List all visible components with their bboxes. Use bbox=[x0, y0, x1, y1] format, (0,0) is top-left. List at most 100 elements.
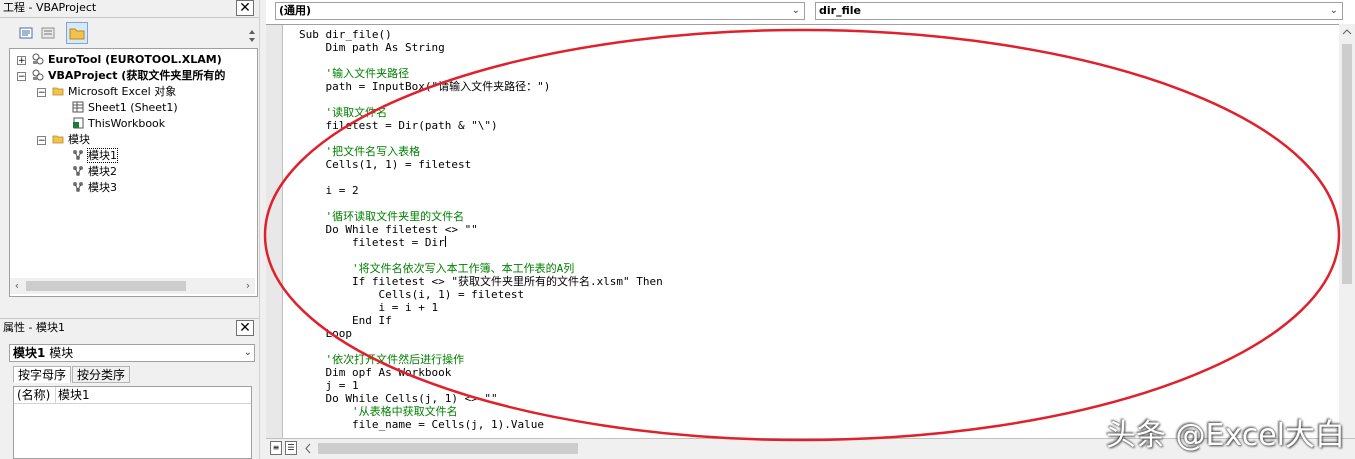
code-comment-line[interactable]: '从表格中获取文件名 bbox=[299, 405, 458, 418]
procedure-combo-value: dir_file bbox=[819, 4, 861, 17]
code-line[interactable]: j = 1 bbox=[299, 379, 358, 392]
tree-item-label: EuroTool (EUROTOOL.XLAM) bbox=[48, 53, 222, 66]
code-line[interactable]: Loop bbox=[299, 327, 352, 340]
tree-expander[interactable]: − bbox=[37, 136, 46, 146]
workbook-icon bbox=[73, 117, 84, 129]
view-object-button[interactable] bbox=[39, 24, 57, 42]
module-icon bbox=[73, 182, 83, 192]
toggle-folders-button[interactable] bbox=[66, 22, 88, 44]
tree-item-module1[interactable]: 模块1 bbox=[72, 148, 118, 163]
object-combo-value: (通用) bbox=[279, 4, 312, 17]
code-comment-line[interactable]: '循环读取文件夹里的文件名 bbox=[299, 210, 464, 223]
code-line[interactable]: End If bbox=[299, 314, 392, 327]
code-comment-line[interactable]: '将文件名依次写入本工作簿、本工作表的A列 bbox=[299, 262, 574, 275]
chevron-down-icon[interactable]: ⌄ bbox=[792, 3, 800, 19]
code-line[interactable]: Dim opf As Workbook bbox=[299, 366, 451, 379]
module-icon bbox=[73, 150, 83, 160]
properties-title: 属性 - 模块1 bbox=[0, 318, 259, 336]
code-comment-line[interactable]: '读取文件名 bbox=[299, 106, 387, 119]
watermark: 头条 @Excel大白 bbox=[1105, 418, 1345, 453]
tree-item-sheet1[interactable]: Sheet1 (Sheet1) bbox=[72, 101, 178, 115]
module-icon bbox=[73, 166, 83, 176]
tree-item-label: 模块 bbox=[68, 133, 90, 146]
toolbar-scroll-icon bbox=[249, 30, 255, 42]
vba-project-icon bbox=[32, 53, 44, 65]
tree-expander[interactable]: − bbox=[37, 88, 46, 98]
close-icon: ✕ bbox=[239, 320, 251, 336]
code-line[interactable]: filetest = Dir bbox=[299, 236, 446, 249]
scrollbar-thumb[interactable] bbox=[1342, 44, 1352, 284]
tree-item-label: 模块2 bbox=[88, 165, 117, 178]
code-line[interactable]: Cells(1, 1) = filetest bbox=[299, 158, 471, 171]
view-code-button[interactable] bbox=[17, 24, 35, 42]
project-explorer-close-button[interactable]: ✕ bbox=[236, 0, 254, 16]
toolbar-scroll[interactable] bbox=[247, 20, 257, 46]
full-module-view-button[interactable]: ☰ bbox=[285, 441, 297, 455]
object-combo[interactable]: (通用) ⌄ bbox=[275, 2, 805, 20]
text-caret bbox=[444, 236, 446, 247]
folder-icon bbox=[52, 135, 64, 144]
code-line[interactable]: file_name = Cells(j, 1).Value bbox=[299, 418, 544, 431]
project-explorer-title: 工程 - VBAProject bbox=[0, 0, 259, 18]
chevron-down-icon[interactable]: ⌄ bbox=[1330, 3, 1338, 19]
tree-item-excel-objects[interactable]: Microsoft Excel 对象 bbox=[52, 85, 176, 99]
folder-icon bbox=[52, 87, 64, 96]
tree-expander[interactable]: + bbox=[17, 56, 26, 66]
code-line[interactable]: Cells(i, 1) = filetest bbox=[299, 288, 524, 301]
properties-close-button[interactable]: ✕ bbox=[236, 320, 254, 336]
tree-item-vbaproject[interactable]: VBAProject (获取文件夹里所有的 bbox=[32, 69, 225, 83]
code-comment-line[interactable]: '把文件名写入表格 bbox=[299, 145, 420, 158]
procedure-view-button[interactable]: ≡ bbox=[270, 441, 282, 455]
code-comment-line[interactable]: '依次打开文件然后进行操作 bbox=[299, 353, 464, 366]
worksheet-icon bbox=[72, 101, 84, 113]
pane-splitter[interactable] bbox=[259, 0, 266, 459]
close-icon: ✕ bbox=[239, 0, 251, 16]
code-line[interactable]: Dim path As String bbox=[299, 41, 444, 54]
tab-alphabetic[interactable]: 按字母序 bbox=[13, 366, 72, 383]
project-explorer-toolbar bbox=[0, 20, 259, 46]
property-row[interactable]: (名称) 模块1 bbox=[14, 387, 251, 404]
code-line[interactable]: filetest = Dir(path & "\") bbox=[299, 119, 497, 132]
scrollbar-thumb[interactable] bbox=[318, 443, 578, 454]
property-name: (名称) bbox=[17, 388, 51, 402]
chevron-down-icon[interactable]: ⌄ bbox=[244, 345, 252, 361]
code-line[interactable]: If filetest <> "获取文件夹里所有的文件名.xlsm" Then bbox=[299, 275, 663, 288]
code-line[interactable]: Sub dir_file() bbox=[299, 28, 392, 41]
scrollbar-thumb[interactable] bbox=[26, 281, 186, 291]
tree-item-label: 模块1 bbox=[87, 148, 118, 163]
tree-expander[interactable]: − bbox=[17, 72, 26, 82]
code-line[interactable]: path = InputBox("请输入文件夹路径：") bbox=[299, 80, 550, 93]
property-value[interactable]: 模块1 bbox=[58, 387, 90, 403]
editor-vertical-scrollbar[interactable] bbox=[1339, 24, 1355, 438]
tree-item-eurotool[interactable]: EuroTool (EUROTOOL.XLAM) bbox=[32, 53, 222, 67]
code-comment-line[interactable]: '输入文件夹路径 bbox=[299, 67, 409, 80]
project-tree[interactable]: + EuroTool (EUROTOOL.XLAM) − VBAProject … bbox=[9, 48, 258, 297]
code-line[interactable]: Do While filetest <> "" bbox=[299, 223, 477, 236]
margin-indicator-bar[interactable] bbox=[266, 25, 283, 439]
properties-object-combo[interactable]: 模块1 模块 ⌄ bbox=[9, 344, 255, 362]
code-window: (通用) ⌄ dir_file ⌄ Sub dir_file() Dim pat… bbox=[266, 0, 1355, 459]
toggle-folders-icon bbox=[69, 28, 85, 40]
scroll-left-icon[interactable]: ‹ bbox=[10, 278, 24, 294]
tab-categorized[interactable]: 按分类序 bbox=[72, 366, 131, 383]
code-line[interactable]: Do While Cells(j, 1) <> "" bbox=[299, 392, 497, 405]
code-editor[interactable]: Sub dir_file() Dim path As String '输入文件夹… bbox=[266, 24, 1339, 439]
tree-item-label: VBAProject (获取文件夹里所有的 bbox=[48, 69, 226, 82]
code-line[interactable]: i = 2 bbox=[299, 184, 358, 197]
tree-item-module2[interactable]: 模块2 bbox=[72, 165, 117, 179]
code-line[interactable]: i = i + 1 bbox=[299, 301, 438, 314]
properties-object-name: 模块1 bbox=[13, 346, 46, 360]
properties-grid[interactable]: (名称) 模块1 bbox=[13, 386, 252, 459]
tree-horizontal-scrollbar[interactable]: ‹ › bbox=[10, 278, 255, 294]
view-code-icon bbox=[19, 27, 33, 39]
scroll-left-icon[interactable] bbox=[302, 442, 314, 455]
scroll-right-icon[interactable]: › bbox=[241, 278, 255, 294]
tree-item-modules-folder[interactable]: 模块 bbox=[52, 133, 90, 147]
scroll-up-icon[interactable] bbox=[1339, 26, 1355, 38]
procedure-combo[interactable]: dir_file ⌄ bbox=[815, 2, 1343, 20]
tree-item-label: 模块3 bbox=[88, 181, 117, 194]
tree-item-module3[interactable]: 模块3 bbox=[72, 181, 117, 195]
tree-item-thisworkbook[interactable]: ThisWorkbook bbox=[72, 117, 165, 131]
tree-item-label: Sheet1 (Sheet1) bbox=[88, 101, 178, 114]
vba-project-icon bbox=[32, 69, 44, 81]
